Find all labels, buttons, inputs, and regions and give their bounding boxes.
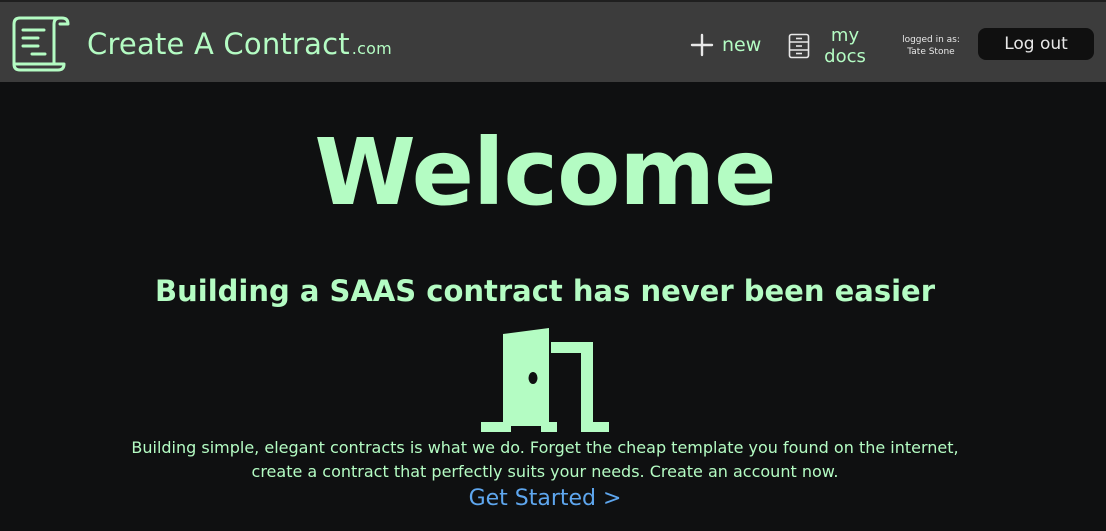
- open-door-icon: [481, 328, 609, 432]
- user-name: Tate Stone: [907, 47, 955, 57]
- new-link-label: new: [722, 34, 762, 56]
- site-brand[interactable]: Create A Contract .com: [87, 26, 392, 67]
- logged-in-info: logged in as: Tate Stone: [896, 34, 966, 58]
- scroll-document-icon[interactable]: [10, 12, 72, 74]
- hero-tagline: Building a SAAS contract has never been …: [155, 274, 935, 308]
- logout-button[interactable]: Log out: [978, 28, 1094, 60]
- my-docs-line1: my: [830, 25, 860, 46]
- brand-name: Create A Contract: [87, 27, 350, 61]
- logged-in-label: logged in as:: [902, 35, 960, 45]
- hero-description: Building simple, elegant contracts is wh…: [120, 436, 970, 484]
- my-docs-line2: docs: [824, 46, 866, 67]
- get-started-link[interactable]: Get Started >: [0, 484, 1090, 514]
- file-cabinet-icon: [788, 33, 810, 59]
- page-title: Welcome: [314, 119, 776, 226]
- description-line-1: Building simple, elegant contracts is wh…: [131, 438, 959, 457]
- plus-icon: [690, 33, 714, 57]
- brand-suffix: .com: [351, 39, 392, 58]
- top-navigation-bar: Create A Contract .com new my docs logged…: [0, 0, 1106, 82]
- my-docs-link[interactable]: my docs: [788, 24, 868, 68]
- new-contract-link[interactable]: new: [690, 30, 761, 60]
- my-docs-label: my docs: [822, 25, 868, 67]
- description-line-2: create a contract that perfectly suits y…: [251, 462, 839, 481]
